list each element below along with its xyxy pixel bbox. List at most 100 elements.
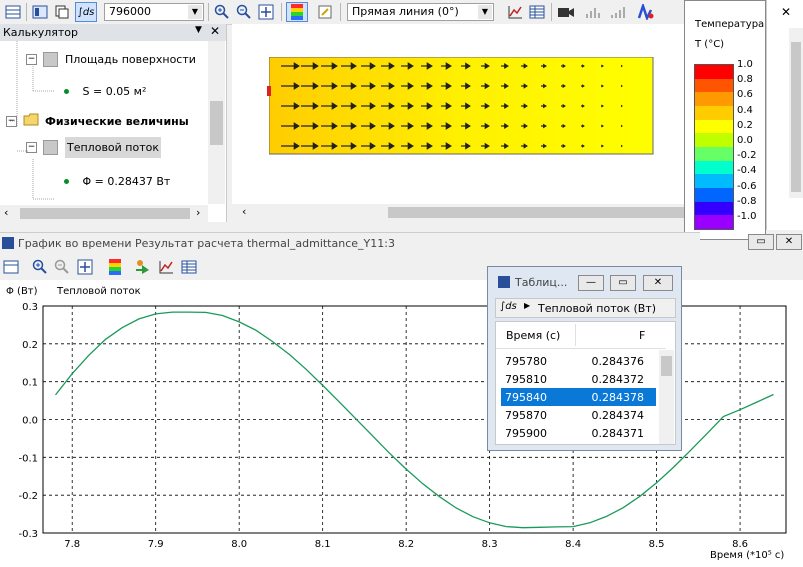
color-scale-icon[interactable]: [106, 258, 124, 276]
flux-arrow-head: [582, 64, 585, 68]
zoom-fit-icon[interactable]: [76, 258, 94, 276]
table-row[interactable]: 795900 0.284371: [501, 424, 656, 442]
maximize-button[interactable]: ▭: [610, 275, 636, 291]
line-mode-value: Прямая линия (0°): [352, 5, 459, 18]
temperature-field[interactable]: [269, 57, 654, 155]
flux-arrow-head: [582, 104, 585, 108]
legend-title: Температура: [695, 19, 765, 30]
close-button[interactable]: ✕: [643, 275, 673, 291]
tree-item-surface-value[interactable]: S = 0.05 м²: [64, 84, 146, 100]
time-combo[interactable]: 796000 ▼: [104, 3, 204, 21]
chevron-left-icon[interactable]: ‹: [4, 206, 8, 219]
graph-window-icon: [2, 237, 14, 249]
y-tick-label: 0.0: [22, 416, 38, 427]
plot-graph-icon[interactable]: [157, 258, 175, 276]
chevron-right-icon[interactable]: ›: [196, 206, 200, 219]
table-row[interactable]: 795810 0.284372: [501, 370, 656, 388]
table-quantity-bar[interactable]: ∫ds ▶ Тепловой поток (Вт): [495, 298, 676, 318]
tree-item-heat-flux-value[interactable]: Φ = 0.28437 Вт: [64, 174, 170, 190]
chevron-right-icon[interactable]: ▶: [524, 301, 530, 310]
tree-item-physical-quantities[interactable]: − Физические величины: [6, 113, 189, 129]
grid-icon[interactable]: [4, 3, 22, 21]
chevron-left-icon[interactable]: ‹: [242, 205, 246, 218]
zoom-fit-icon[interactable]: [257, 3, 275, 21]
chevron-down-icon[interactable]: ▼: [188, 5, 202, 19]
legend-color-swatch: [695, 174, 733, 188]
field-hscroll[interactable]: ‹: [232, 204, 685, 221]
plot-graph-icon[interactable]: [506, 3, 524, 21]
tree-item-label: Площадь поверхности: [65, 53, 196, 66]
probe-icon[interactable]: [316, 3, 334, 21]
grid-icon[interactable]: [2, 258, 20, 276]
table-vscroll[interactable]: [659, 350, 674, 444]
calculator-title-bar: Калькулятор ▼ ✕: [0, 24, 226, 41]
col-time-header[interactable]: Время (с): [506, 329, 560, 342]
move-graph-icon[interactable]: [134, 258, 152, 276]
field-view[interactable]: [232, 24, 685, 204]
integral-icon[interactable]: ∫ds: [75, 2, 97, 22]
legend-tick-label: 0.6: [737, 89, 753, 101]
tree-item-heat-flux[interactable]: − Тепловой поток: [26, 137, 162, 162]
copy-icon[interactable]: [53, 3, 71, 21]
collapse-icon[interactable]: −: [26, 142, 37, 153]
zoom-out-icon[interactable]: [53, 258, 71, 276]
camera-icon[interactable]: [557, 3, 575, 21]
collapse-icon[interactable]: −: [6, 115, 17, 127]
table-window[interactable]: Таблиц... — ▭ ✕ ∫ds ▶ Тепловой поток (Вт…: [487, 266, 682, 451]
close-icon[interactable]: ✕: [781, 5, 791, 19]
pulse-icon[interactable]: [637, 3, 655, 21]
legend-tick-label: -0.2: [737, 150, 757, 162]
zoom-in-icon[interactable]: [31, 258, 49, 276]
minimize-button[interactable]: —: [578, 275, 604, 291]
right-vscroll[interactable]: [789, 28, 803, 198]
separator: [281, 3, 282, 21]
tree-item-label: Φ = 0.28437 Вт: [82, 174, 171, 188]
chart-area[interactable]: Φ (Вт) Тепловой поток Время (*10⁵ с) 0.3…: [0, 280, 803, 567]
restore-button[interactable]: ▭: [748, 234, 774, 250]
chevron-down-icon[interactable]: ▼: [478, 5, 492, 19]
close-icon[interactable]: ✕: [210, 24, 220, 38]
legend-tick-label: 0.8: [737, 74, 753, 86]
table-row[interactable]: 795870 0.284374: [501, 406, 656, 424]
table-view-icon[interactable]: [31, 3, 49, 21]
legend-unit: T (°C): [695, 39, 725, 50]
legend-panel: Температура T (°C) 1.0 0.8 0.6 0.4 0.2 0.0 -0.…: [684, 0, 766, 240]
close-button[interactable]: ✕: [776, 234, 802, 250]
table-row[interactable]: 795780 0.284376: [501, 352, 656, 370]
color-scale-icon[interactable]: [286, 2, 308, 22]
bars-icon[interactable]: [585, 3, 603, 21]
calculator-vscroll[interactable]: [208, 41, 225, 204]
chevron-down-icon[interactable]: ▼: [195, 25, 202, 35]
scroll-thumb[interactable]: [210, 101, 223, 145]
tree-item-surface-area[interactable]: − Площадь поверхности: [26, 52, 196, 68]
calculator-hscroll[interactable]: ‹ ›: [0, 205, 208, 222]
collapse-icon[interactable]: −: [26, 54, 37, 65]
legend-tick-label: 0.0: [737, 135, 753, 146]
legend-color-swatch: [695, 106, 733, 120]
tree-item-label: Физические величины: [45, 114, 189, 128]
legend-color-swatch: [695, 160, 733, 175]
scroll-thumb[interactable]: [388, 207, 685, 218]
zoom-in-icon[interactable]: [213, 3, 231, 21]
legend-color-swatch: [695, 133, 733, 147]
scroll-thumb[interactable]: [20, 208, 190, 219]
flux-arrow-head: [582, 144, 585, 148]
calculator-title: Калькулятор: [3, 26, 78, 39]
scroll-thumb[interactable]: [661, 356, 672, 376]
integral-label: ∫ds: [500, 301, 517, 312]
table-row[interactable]: 795840 0.284378: [501, 388, 656, 406]
separator: [551, 3, 552, 21]
col-f-header[interactable]: F: [639, 329, 645, 342]
zoom-out-icon[interactable]: [235, 3, 253, 21]
table-window-title-bar: Таблиц... — ▭ ✕: [488, 267, 681, 293]
table-icon[interactable]: [180, 258, 198, 276]
line-mode-combo[interactable]: Прямая линия (0°) ▼: [347, 3, 494, 21]
legend-tick-label: 1.0: [737, 59, 753, 70]
cell-time: 795840: [505, 391, 547, 404]
signal-icon[interactable]: [610, 3, 628, 21]
scroll-thumb[interactable]: [791, 42, 801, 192]
table-icon[interactable]: [528, 3, 546, 21]
cell-time: 795810: [505, 373, 547, 386]
chart-plot[interactable]: 0.3 0.2 0.1 0.0 -0.1 -0.2 -0.3 7.8 7.9 8.0 8.1 8.2 8…: [0, 280, 803, 567]
x-tick-label: 8.2: [398, 539, 414, 550]
